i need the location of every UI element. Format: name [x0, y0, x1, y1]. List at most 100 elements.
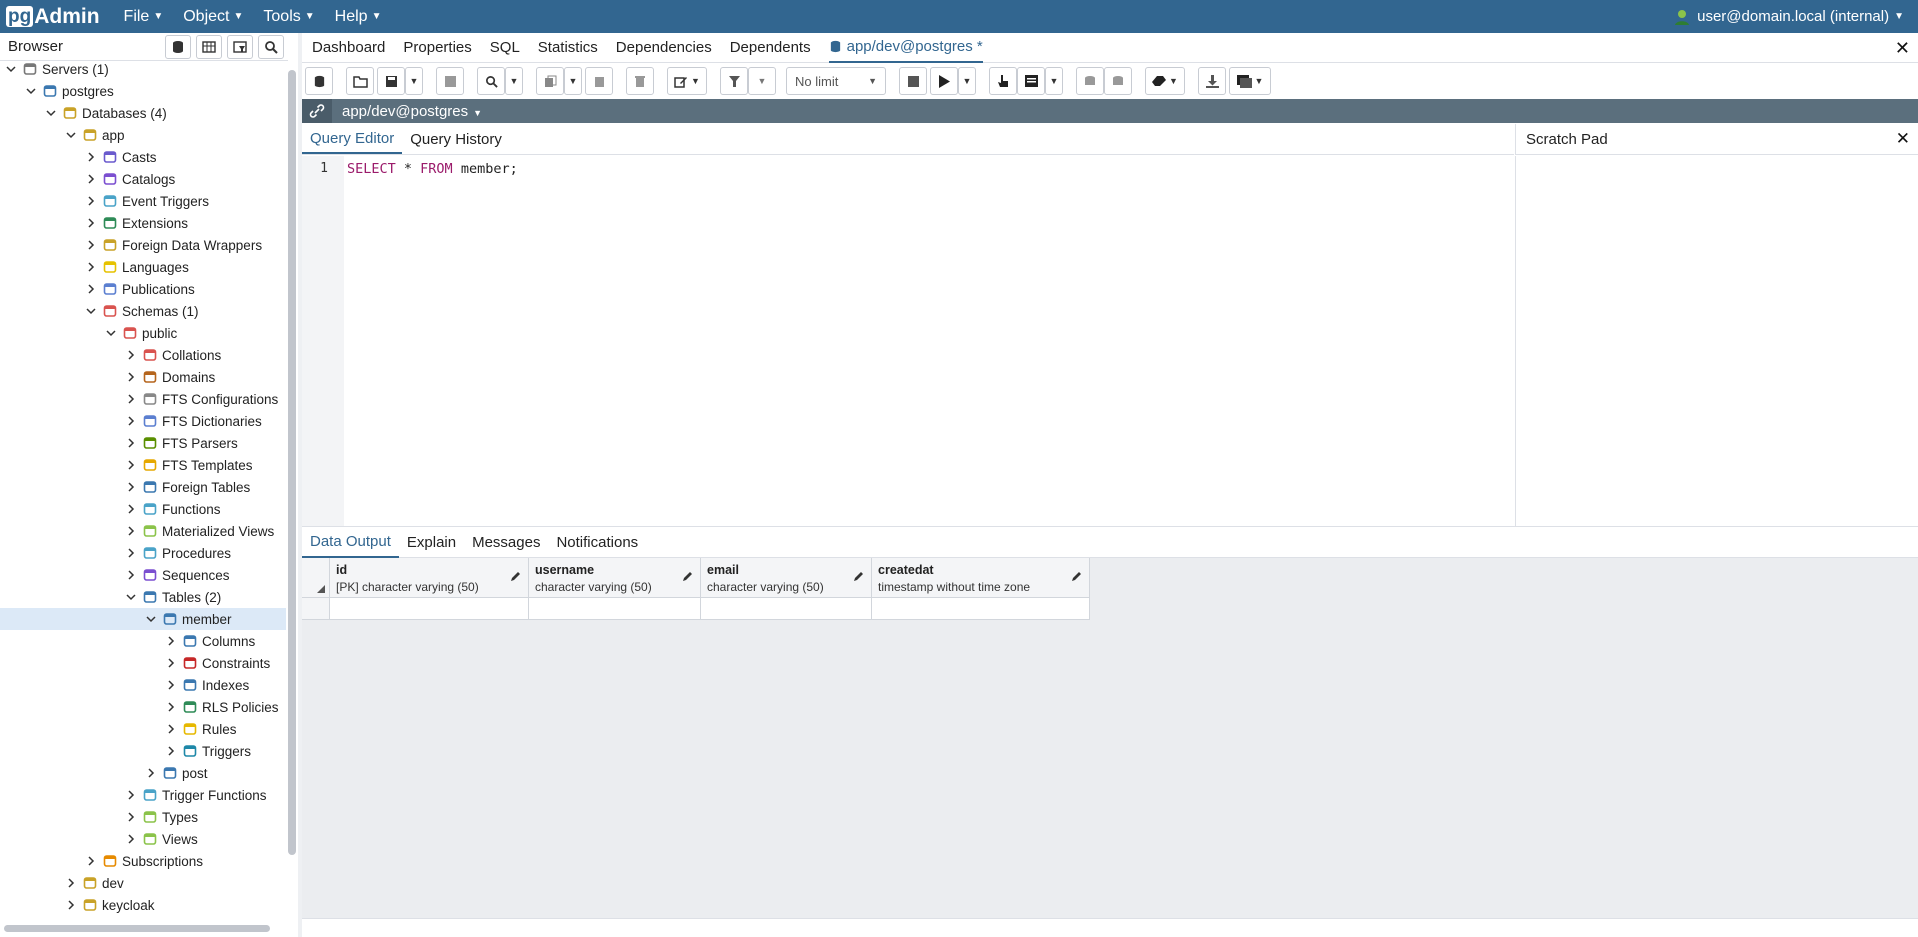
chevron-right-icon[interactable] — [164, 678, 178, 692]
row-number-cell[interactable] — [302, 598, 330, 620]
tree-node-rules[interactable]: Rules — [164, 718, 237, 740]
row-limit-select[interactable]: No limit ▼ — [786, 67, 886, 95]
column-header-createdat[interactable]: createdat timestamp without time zone — [872, 558, 1090, 598]
chevron-right-icon[interactable] — [124, 524, 138, 538]
tab-explain[interactable]: Explain — [399, 527, 464, 558]
tree-node-public[interactable]: public — [104, 322, 177, 344]
view-data-button[interactable] — [196, 34, 222, 59]
pgadmin-logo[interactable]: pg Admin — [6, 5, 100, 29]
tree-node-keycloak[interactable]: keycloak — [64, 894, 155, 916]
column-header-id[interactable]: id [PK] character varying (50) — [330, 558, 529, 598]
tab-dependents[interactable]: Dependents — [730, 33, 811, 63]
tree-node-columns[interactable]: Columns — [164, 630, 255, 652]
chevron-right-icon[interactable] — [84, 854, 98, 868]
tree-node-post[interactable]: post — [144, 762, 208, 784]
tab-query-editor[interactable]: Query Editor — [302, 124, 403, 154]
rollback-button[interactable] — [1104, 67, 1132, 95]
chevron-right-icon[interactable] — [124, 568, 138, 582]
chevron-right-icon[interactable] — [124, 392, 138, 406]
chevron-right-icon[interactable] — [84, 150, 98, 164]
save-options-dropdown[interactable]: ▼ — [405, 67, 423, 95]
chevron-right-icon[interactable] — [124, 832, 138, 846]
menu-object[interactable]: Object ▼ — [183, 8, 243, 26]
tree-node-casts[interactable]: Casts — [84, 146, 157, 168]
chevron-right-icon[interactable] — [84, 194, 98, 208]
chevron-right-icon[interactable] — [84, 216, 98, 230]
tree-node-fts-parsers[interactable]: FTS Parsers — [124, 432, 238, 454]
tree-node-app[interactable]: app — [64, 124, 125, 146]
tree-node-dev[interactable]: dev — [64, 872, 124, 894]
chevron-right-icon[interactable] — [124, 480, 138, 494]
user-menu[interactable]: user@domain.local (internal) ▼ — [1673, 8, 1904, 26]
column-header-email[interactable]: email character varying (50) — [701, 558, 872, 598]
tab-data-output[interactable]: Data Output — [302, 527, 399, 558]
chevron-right-icon[interactable] — [64, 876, 78, 890]
tab-sql[interactable]: SQL — [490, 33, 520, 63]
explain-button[interactable] — [989, 67, 1017, 95]
filter-options-dropdown[interactable]: ▼ — [748, 67, 776, 95]
tree-vertical-scrollbar[interactable] — [288, 70, 296, 855]
tree-node-sequences[interactable]: Sequences — [124, 564, 230, 586]
menu-help[interactable]: Help ▼ — [335, 8, 382, 26]
edit-button[interactable]: ▼ — [667, 67, 707, 95]
explain-options-dropdown[interactable]: ▼ — [1045, 67, 1063, 95]
chevron-right-icon[interactable] — [164, 722, 178, 736]
column-header-username[interactable]: username character varying (50) — [529, 558, 701, 598]
tree-node-functions[interactable]: Functions — [124, 498, 221, 520]
tab-notifications[interactable]: Notifications — [548, 527, 646, 558]
chevron-right-icon[interactable] — [84, 260, 98, 274]
chevron-down-icon[interactable] — [104, 326, 118, 340]
query-tool-button[interactable] — [165, 34, 191, 59]
tab-dependencies[interactable]: Dependencies — [616, 33, 712, 63]
filtered-rows-button[interactable] — [227, 34, 253, 59]
connection-status-button[interactable] — [302, 99, 332, 123]
tree-node-databases-4[interactable]: Databases (4) — [44, 102, 167, 124]
copy-options-dropdown[interactable]: ▼ — [564, 67, 582, 95]
chevron-right-icon[interactable] — [124, 348, 138, 362]
tree-node-publications[interactable]: Publications — [84, 278, 195, 300]
clear-button[interactable]: ▼ — [1145, 67, 1185, 95]
save-file-button[interactable] — [377, 67, 405, 95]
select-all-corner[interactable] — [302, 558, 330, 598]
tree-node-event-triggers[interactable]: Event Triggers — [84, 190, 209, 212]
search-objects-button[interactable] — [258, 34, 284, 59]
find-button[interactable] — [477, 67, 505, 95]
chevron-down-icon[interactable] — [4, 62, 18, 76]
connection-select[interactable]: app/dev@postgres ▼ — [342, 103, 482, 120]
tree-node-tables-2[interactable]: Tables (2) — [124, 586, 221, 608]
chevron-right-icon[interactable] — [84, 282, 98, 296]
tree-node-types[interactable]: Types — [124, 806, 198, 828]
copy-button[interactable] — [536, 67, 564, 95]
tab-messages[interactable]: Messages — [464, 527, 548, 558]
grid-cell[interactable] — [872, 598, 1090, 620]
tree-horizontal-scrollbar[interactable] — [4, 925, 270, 932]
tab-statistics[interactable]: Statistics — [538, 33, 598, 63]
chevron-down-icon[interactable] — [24, 84, 38, 98]
chevron-down-icon[interactable] — [44, 106, 58, 120]
tree-node-trigger-functions[interactable]: Trigger Functions — [124, 784, 267, 806]
tab-dashboard[interactable]: Dashboard — [312, 33, 385, 63]
tree-node-collations[interactable]: Collations — [124, 344, 221, 366]
tree-node-procedures[interactable]: Procedures — [124, 542, 231, 564]
chevron-right-icon[interactable] — [124, 810, 138, 824]
macros-button[interactable]: ▼ — [1229, 67, 1271, 95]
open-query-tool-button[interactable] — [305, 67, 333, 95]
chevron-right-icon[interactable] — [124, 502, 138, 516]
chevron-right-icon[interactable] — [164, 656, 178, 670]
grid-cell[interactable] — [529, 598, 701, 620]
tree-node-member[interactable]: member — [144, 608, 232, 630]
chevron-down-icon[interactable] — [64, 128, 78, 142]
save-data-changes-button[interactable] — [436, 67, 464, 95]
tab-query-tool[interactable]: app/dev@postgres * — [828, 33, 983, 63]
explain-analyze-button[interactable] — [1017, 67, 1045, 95]
tree-node-fts-templates[interactable]: FTS Templates — [124, 454, 253, 476]
tree-node-fts-configurations[interactable]: FTS Configurations — [124, 388, 278, 410]
tree-node-postgres[interactable]: postgres — [24, 80, 114, 102]
chevron-right-icon[interactable] — [124, 436, 138, 450]
commit-button[interactable] — [1076, 67, 1104, 95]
tree-node-servers-1[interactable]: Servers (1) — [4, 62, 109, 80]
paste-button[interactable] — [585, 67, 613, 95]
tree-node-subscriptions[interactable]: Subscriptions — [84, 850, 203, 872]
find-options-dropdown[interactable]: ▼ — [505, 67, 523, 95]
chevron-down-icon[interactable] — [124, 590, 138, 604]
